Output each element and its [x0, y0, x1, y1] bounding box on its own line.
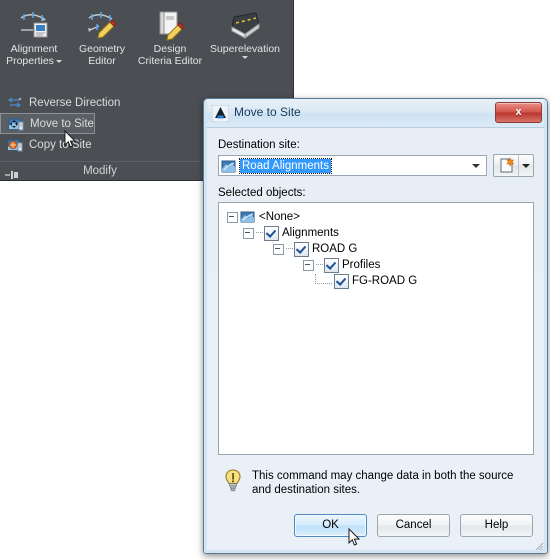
site-icon — [240, 210, 256, 224]
tree-line — [256, 232, 263, 234]
new-site-button[interactable] — [493, 154, 534, 177]
dialog-title-bar[interactable]: Move to Site x — [204, 99, 547, 128]
tree-node-label: ROAD G — [312, 243, 358, 255]
alignment-properties-label-line1: Alignment — [10, 43, 58, 55]
move-to-site-command[interactable]: Move to Site — [0, 113, 95, 134]
reverse-direction-icon — [7, 95, 23, 111]
selected-objects-tree[interactable]: <None> Alignments ROAD G Profiles FG-ROA… — [218, 202, 534, 455]
cancel-button[interactable]: Cancel — [377, 514, 450, 537]
tree-checkbox[interactable] — [324, 257, 339, 273]
dialog-note-text: This command may change data in both the… — [252, 470, 514, 496]
design-criteria-editor-icon — [136, 7, 204, 43]
ribbon-button-row: Alignment Properties Geometry Editor Des… — [0, 0, 293, 84]
chevron-down-icon[interactable] — [242, 56, 248, 59]
resize-grip[interactable] — [532, 539, 544, 551]
alignment-properties-icon — [0, 7, 68, 43]
copy-to-site-icon — [7, 137, 23, 153]
tree-checkbox[interactable] — [334, 273, 349, 289]
new-site-main[interactable] — [494, 155, 519, 176]
help-button[interactable]: Help — [460, 514, 533, 537]
expander-icon[interactable] — [243, 227, 254, 239]
geometry-editor-label-line2: Editor — [88, 55, 116, 67]
dialog-title: Move to Site — [234, 105, 301, 119]
alignment-properties-label-line2: Properties — [0, 55, 68, 67]
panel-dialog-launcher-icon[interactable] — [5, 167, 19, 179]
ok-button[interactable]: OK — [294, 514, 367, 537]
expander-icon[interactable] — [303, 259, 314, 271]
dialog-body: Destination site: Road Alignments Select… — [204, 127, 547, 553]
tree-line — [316, 264, 323, 266]
geometry-editor-icon — [68, 7, 136, 43]
move-to-site-icon — [8, 116, 24, 132]
ribbon-command-list: Reverse Direction Move to Site Copy to S… — [0, 92, 200, 155]
destination-site-combo[interactable]: Road Alignments — [218, 155, 487, 176]
modify-panel-title: Modify — [83, 165, 117, 177]
destination-site-label: Destination site: — [218, 139, 300, 151]
close-button[interactable]: x — [495, 102, 542, 123]
superelevation-icon — [204, 7, 286, 43]
tree-node-profiles[interactable]: Profiles — [225, 257, 529, 273]
modify-panel-title-bar[interactable]: Modify — [0, 161, 200, 180]
expander-icon[interactable] — [273, 243, 284, 255]
alignment-properties-button[interactable]: Alignment Properties — [0, 0, 68, 67]
expander-icon[interactable] — [227, 211, 238, 223]
copy-to-site-label: Copy to Site — [29, 138, 92, 151]
site-icon — [221, 158, 237, 174]
selected-objects-label: Selected objects: — [218, 187, 306, 199]
geometry-editor-label-line1: Geometry — [78, 43, 126, 55]
tree-node-label: Alignments — [282, 227, 339, 239]
tree-node-label: FG-ROAD G — [352, 275, 418, 287]
reverse-direction-label: Reverse Direction — [29, 96, 121, 109]
tree-checkbox[interactable] — [294, 241, 309, 257]
tree-node-alignments[interactable]: Alignments — [225, 225, 529, 241]
tree-node-none[interactable]: <None> — [225, 209, 529, 225]
design-criteria-editor-label-line1: Design — [153, 43, 187, 55]
superelevation-button[interactable]: Superelevation — [204, 0, 286, 59]
destination-site-row: Road Alignments — [218, 154, 534, 177]
superelevation-label: Superelevation — [209, 43, 281, 55]
move-to-site-dialog: Move to Site x Destination site: Road Al… — [203, 98, 548, 554]
tree-line — [315, 273, 332, 284]
new-site-dropdown[interactable] — [519, 155, 533, 176]
reverse-direction-command[interactable]: Reverse Direction — [0, 92, 200, 113]
chevron-down-icon[interactable] — [472, 164, 480, 168]
chevron-down-icon[interactable] — [55, 59, 62, 63]
tree-line — [286, 248, 293, 250]
new-site-icon — [500, 157, 514, 173]
dialog-note: This command may change data in both the… — [218, 469, 534, 497]
tree-node-road-g[interactable]: ROAD G — [225, 241, 529, 257]
lightbulb-icon — [224, 469, 242, 493]
chevron-down-icon — [522, 163, 530, 168]
tree-node-label: <None> — [259, 211, 300, 223]
tree-node-fg-road-g[interactable]: FG-ROAD G — [225, 273, 529, 289]
move-to-site-label: Move to Site — [30, 117, 94, 130]
tree-checkbox[interactable] — [264, 225, 279, 241]
copy-to-site-command[interactable]: Copy to Site — [0, 134, 200, 155]
autocad-a-icon — [211, 104, 230, 123]
dialog-button-row: OK Cancel Help — [294, 514, 533, 537]
destination-site-value: Road Alignments — [239, 157, 332, 174]
design-criteria-editor-button[interactable]: Design Criteria Editor — [136, 0, 204, 67]
geometry-editor-button[interactable]: Geometry Editor — [68, 0, 136, 67]
design-criteria-editor-label-line2: Criteria Editor — [137, 55, 203, 67]
tree-node-label: Profiles — [342, 259, 381, 271]
